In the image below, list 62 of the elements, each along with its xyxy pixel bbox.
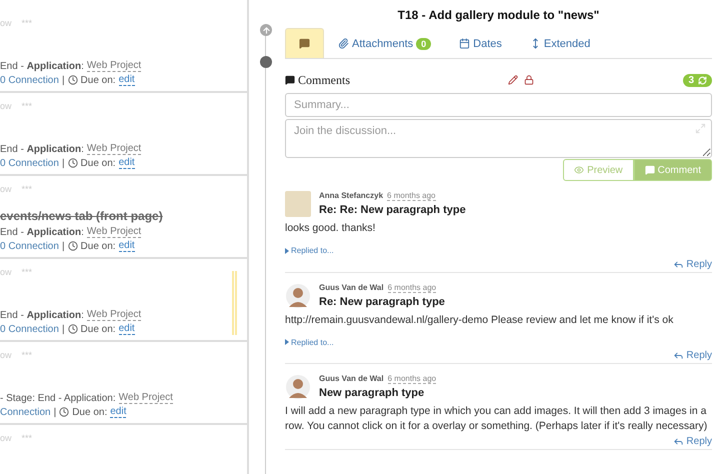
separator-text: | [62,240,65,252]
separator-text: | [62,74,65,86]
card-marker-text: *** [22,433,32,445]
comment-body: http://remain.guusvandewal.nl/gallery-demo Please review and let me know if it's ok [285,312,674,328]
due-label: Due on: [80,158,116,168]
edit-link[interactable]: edit [118,157,135,169]
comment-subject: New paragraph type [319,387,426,399]
separator-text: | [54,406,56,418]
comment-author: Guus Van de Wal [319,282,384,292]
connection-text: 0 Connection [0,324,59,334]
separator-text: | [62,324,65,334]
comment-subject: Re: New paragraph type [319,296,445,308]
edit-link[interactable]: edit [118,323,135,335]
replied-to-link[interactable]: Replied to... [285,338,334,346]
count-badge: 0 [416,38,432,50]
discussion-field[interactable]: Join the discussion... [285,119,712,158]
extended-tab[interactable]: Extended [516,28,604,58]
comments-heading: Comments [298,72,350,88]
task-title-heading: T18 - Add gallery module to "news" [396,7,600,24]
project-link[interactable]: Web Project [86,309,142,321]
project-link[interactable]: Web Project [86,60,142,72]
connection-text: 0 Connection [0,240,59,252]
stage-text: End - Application: [0,226,84,238]
project-link[interactable]: Web Project [86,226,142,238]
card-marker-text: *** [22,267,32,279]
due-label: Due on: [72,406,108,418]
card-marker-text: *** [22,350,32,362]
edit-link[interactable]: edit [110,406,126,418]
stage-text: End - Application: [0,60,84,72]
project-link[interactable]: Web Project [86,143,142,155]
comment-author: Guus Van de Wal [319,374,384,383]
card-marker-text: *** [22,184,32,196]
comment-time: 6 months ago [388,374,436,384]
attachments-tab[interactable]: Attachments 0 [324,28,446,58]
reply-link[interactable]: Reply [673,258,712,270]
comment-author: Anna Stefanczyk [319,191,384,200]
due-label: Due on: [80,324,116,334]
edit-link[interactable]: edit [118,240,135,252]
comment-body: looks good. thanks! [285,221,376,236]
stage-text: - Stage: End - Application: [0,392,116,404]
dates-tab[interactable]: Dates [445,28,516,58]
comment-subject: Re: Re: New paragraph type [319,204,466,216]
comment-time: 6 months ago [388,282,436,292]
separator-text: | [62,158,65,168]
project-link[interactable]: Web Project [118,392,173,404]
reply-link[interactable]: Reply [673,436,712,447]
comment-time: 6 months ago [387,191,436,201]
comment-body: I will add a new paragraph type in which you can add images. It will then add 3 images in a row. You cannot click on it for a overlay or something. (Perhaps later if it's really necessary) [285,404,708,434]
edit-link[interactable]: edit [118,74,135,86]
task-title[interactable]: events/news tab (front page) [0,209,163,223]
card-marker-text: *** [22,101,32,113]
connection-text: Connection [0,406,51,418]
stage-text: End - Application: [0,144,84,154]
summary-field[interactable]: Summary... [285,93,712,117]
reply-link[interactable]: Reply [673,350,712,361]
due-label: Due on: [80,240,116,252]
replied-to-link[interactable]: Replied to... [285,246,334,255]
connection-text: 0 Connection [0,74,59,86]
stage-text: End - Application: [0,310,84,320]
connection-text: 0 Connection [0,158,59,168]
due-label: Due on: [80,74,116,86]
card-marker-text: *** [22,18,32,30]
